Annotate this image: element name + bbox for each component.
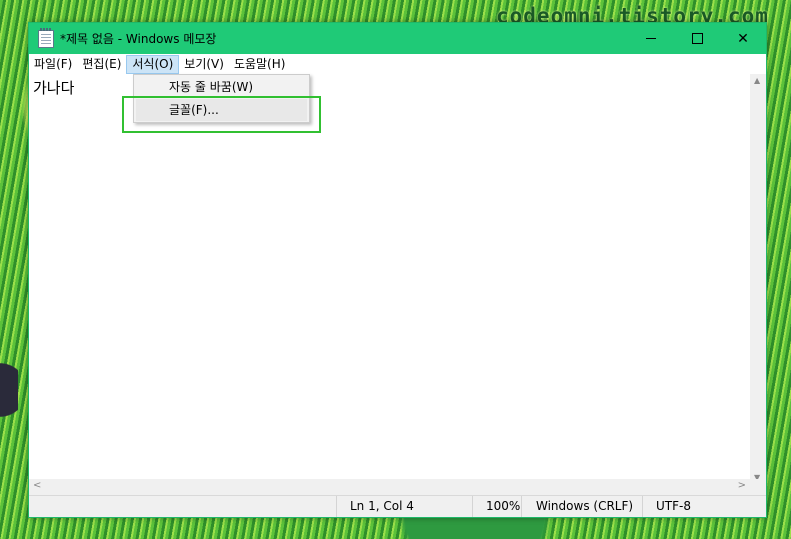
scroll-left-icon[interactable]: < (33, 480, 41, 491)
notepad-icon (38, 27, 54, 48)
title-bar[interactable]: *제목 없음 - Windows 메모장 ✕ (29, 23, 766, 54)
scroll-right-icon[interactable]: > (738, 480, 746, 491)
status-encoding: UTF-8 (642, 496, 766, 517)
scrollbar-corner (750, 479, 766, 495)
scroll-up-icon[interactable]: ▲ (754, 76, 760, 85)
minimize-button[interactable] (628, 23, 674, 54)
status-line-ending: Windows (CRLF) (521, 496, 645, 517)
text-editor[interactable]: 가나다 (29, 74, 750, 484)
menu-edit[interactable]: 편집(E) (77, 55, 126, 74)
menu-file[interactable]: 파일(F) (29, 55, 77, 74)
minimize-icon (646, 38, 656, 39)
maximize-icon (691, 33, 703, 44)
close-button[interactable]: ✕ (720, 23, 766, 54)
menu-view[interactable]: 보기(V) (179, 55, 229, 74)
highlight-annotation (122, 96, 321, 133)
window-title: *제목 없음 - Windows 메모장 (60, 32, 217, 46)
status-zoom: 100% (472, 496, 524, 517)
horizontal-scrollbar[interactable]: < > (29, 479, 750, 495)
status-position: Ln 1, Col 4 (336, 496, 476, 517)
menu-bar: 파일(F) 편집(E) 서식(O) 보기(V) 도움말(H) (29, 54, 766, 74)
vertical-scrollbar[interactable]: ▲ ▼ (750, 74, 766, 484)
menu-help[interactable]: 도움말(H) (229, 55, 291, 74)
status-bar: Ln 1, Col 4 100% Windows (CRLF) UTF-8 (29, 495, 766, 517)
background-object (0, 350, 18, 430)
close-icon: ✕ (737, 30, 749, 47)
menu-format[interactable]: 서식(O) (126, 54, 180, 74)
menu-item-word-wrap[interactable]: 자동 줄 바꿈(W) (136, 76, 307, 98)
maximize-button[interactable] (674, 23, 720, 54)
